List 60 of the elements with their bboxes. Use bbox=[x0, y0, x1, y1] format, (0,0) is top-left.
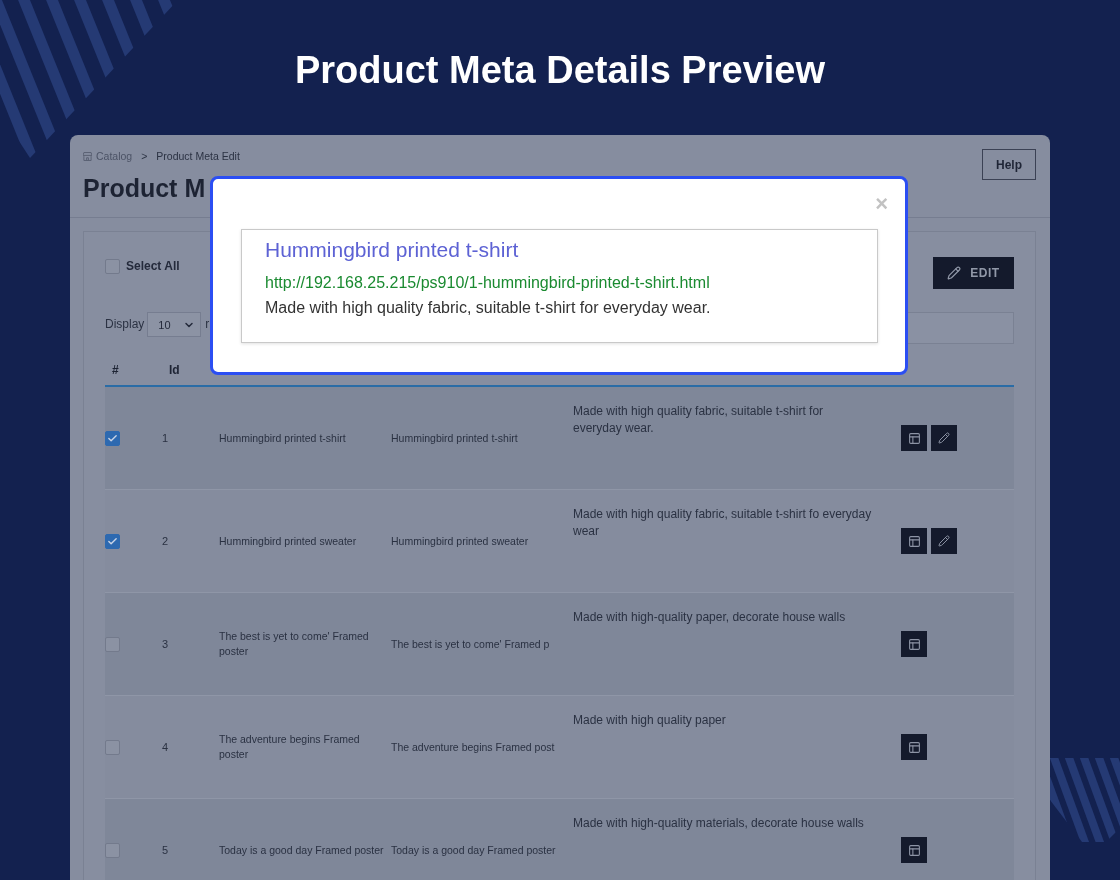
layout-icon bbox=[907, 431, 921, 445]
table-cell: 2 bbox=[162, 533, 169, 549]
table-cell: Hummingbird printed t-shirt bbox=[391, 430, 518, 446]
table-cell-text: Made with high-quality paper, decorate house walls bbox=[573, 609, 847, 626]
view-button[interactable] bbox=[901, 734, 927, 760]
table-cell: Hummingbird printed t-shirt bbox=[219, 430, 346, 446]
row-edit-button[interactable] bbox=[931, 528, 957, 554]
table-cell: 1 bbox=[162, 430, 169, 446]
help-button[interactable]: Help bbox=[982, 149, 1036, 180]
select-all-checkbox[interactable] bbox=[105, 258, 120, 274]
table-cell: 4 bbox=[162, 739, 169, 755]
column-header: # bbox=[111, 362, 119, 377]
page-title: Product M bbox=[83, 173, 207, 204]
layout-icon bbox=[907, 534, 921, 548]
table-cell: The adventure begins Framed post bbox=[391, 739, 555, 755]
row-checkbox[interactable] bbox=[105, 636, 120, 652]
table-cell: Today is a good day Framed poster bbox=[391, 842, 556, 858]
table-cell-text: Made with high quality paper bbox=[573, 712, 727, 729]
preview-title: Hummingbird printed t-shirt bbox=[265, 239, 519, 261]
display-label: Display bbox=[105, 316, 145, 333]
layout-icon bbox=[907, 843, 921, 857]
pencil-icon bbox=[947, 266, 962, 280]
table-cell: Hummingbird printed sweater bbox=[391, 533, 529, 549]
table-cell-text: The adventure begins Framed poster bbox=[219, 732, 361, 762]
pencil-icon bbox=[938, 432, 950, 444]
pencil-icon bbox=[938, 535, 950, 547]
store-icon bbox=[83, 151, 92, 161]
breadcrumb-current: Product Meta Edit bbox=[156, 150, 240, 162]
table-cell-text: The best is yet to come' Framed poster bbox=[219, 629, 370, 659]
edit-button[interactable]: EDIT bbox=[933, 257, 1014, 289]
preview-description: Made with high quality fabric, suitable t-shirt for everyday wear. bbox=[265, 298, 711, 318]
table-cell-text: Made with high-quality materials, decorate house walls bbox=[573, 815, 865, 832]
preview-url: http://192.168.25.215/ps910/1-hummingbird-printed-t-shirt.html bbox=[265, 273, 710, 293]
table-cell: 3 bbox=[162, 636, 169, 652]
row-edit-button[interactable] bbox=[931, 425, 957, 451]
table-cell: 5 bbox=[162, 842, 169, 858]
layout-icon bbox=[907, 740, 921, 754]
row-checkbox[interactable] bbox=[105, 842, 120, 858]
page-size-select[interactable]: 10 bbox=[147, 312, 202, 337]
view-button[interactable] bbox=[901, 631, 927, 657]
row-checkbox[interactable] bbox=[105, 533, 120, 549]
view-button[interactable] bbox=[901, 528, 927, 554]
check-icon bbox=[107, 432, 118, 444]
select-all-label[interactable]: Select All bbox=[126, 259, 180, 273]
table-cell: Made with high quality fabric, suitable t-shirt fo everyday wear bbox=[573, 506, 873, 540]
row-checkbox[interactable] bbox=[105, 739, 120, 755]
view-button[interactable] bbox=[901, 837, 927, 863]
breadcrumb-link[interactable]: Catalog bbox=[96, 150, 133, 162]
page-heading: Product Meta Details Preview bbox=[294, 48, 826, 93]
view-button[interactable] bbox=[901, 425, 927, 451]
trailing-text: r bbox=[205, 316, 210, 333]
table-cell: Hummingbird printed sweater bbox=[219, 533, 357, 549]
table-cell: The best is yet to come' Framed p bbox=[391, 636, 550, 652]
layout-icon bbox=[907, 637, 921, 651]
table-cell-text: Made with high quality fabric, suitable t-shirt for everyday wear. bbox=[573, 403, 825, 437]
column-header: Id bbox=[168, 362, 180, 377]
row-checkbox[interactable] bbox=[105, 430, 120, 446]
breadcrumb-separator: > bbox=[141, 150, 148, 162]
table-cell: Today is a good day Framed poster bbox=[219, 842, 384, 858]
check-icon bbox=[107, 535, 118, 547]
